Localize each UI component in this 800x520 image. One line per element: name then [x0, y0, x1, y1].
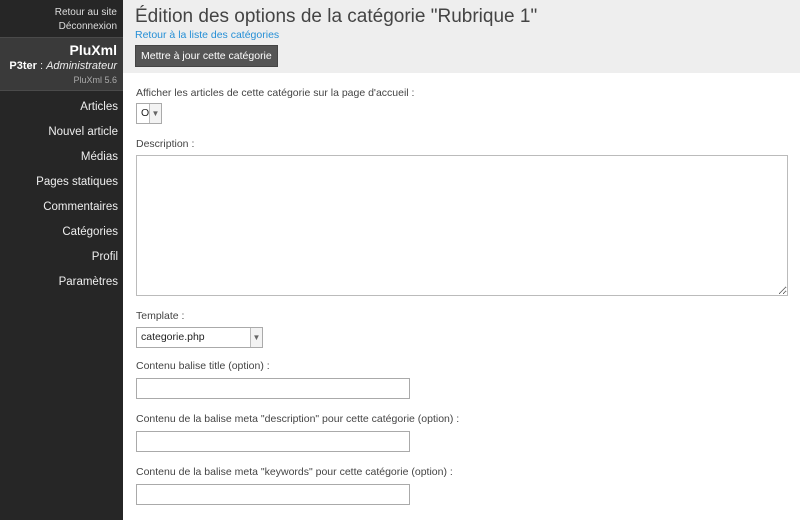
back-to-site-link[interactable]: Retour au site — [0, 6, 117, 20]
sidebar-profile: PluXml P3ter : Administrateur PluXml 5.6 — [0, 37, 123, 91]
update-category-button[interactable]: Mettre à jour cette catégorie — [135, 45, 278, 67]
homepage-label: Afficher les articles de cette catégorie… — [136, 87, 415, 99]
chevron-down-icon: ▼ — [149, 104, 161, 123]
sidebar-item-media[interactable]: Médias — [0, 145, 123, 170]
sidebar-top-links: Retour au site Déconnexion — [0, 0, 123, 37]
sidebar-item-articles[interactable]: Articles — [0, 95, 123, 120]
category-form: Afficher les articles de cette catégorie… — [136, 73, 800, 505]
title-tag-label: Contenu balise title (option) : — [136, 360, 270, 372]
back-to-categories-link[interactable]: Retour à la liste des catégories — [135, 29, 800, 42]
chevron-down-icon: ▼ — [250, 328, 262, 347]
page-header: Édition des options de la catégorie "Rub… — [123, 0, 800, 73]
user-role: Administrateur — [46, 60, 117, 72]
meta-description-input[interactable] — [136, 431, 410, 452]
meta-keywords-label: Contenu de la balise meta "keywords" pou… — [136, 466, 453, 478]
meta-keywords-input[interactable] — [136, 484, 410, 505]
user-separator: : — [36, 60, 47, 72]
template-select-value: categorie.php — [141, 331, 205, 343]
sidebar-item-static-pages[interactable]: Pages statiques — [0, 170, 123, 195]
brand-name: PluXml — [69, 42, 117, 58]
sidebar-item-new-article[interactable]: Nouvel article — [0, 120, 123, 145]
page-title: Édition des options de la catégorie "Rub… — [135, 6, 538, 27]
sidebar-item-categories[interactable]: Catégories — [0, 220, 123, 245]
sidebar-item-settings[interactable]: Paramètres — [0, 270, 123, 295]
logout-link[interactable]: Déconnexion — [0, 20, 117, 34]
template-label: Template : — [136, 310, 185, 322]
sidebar-item-profile[interactable]: Profil — [0, 245, 123, 270]
description-label: Description : — [136, 138, 195, 150]
meta-description-label: Contenu de la balise meta "description" … — [136, 413, 460, 425]
sidebar-item-comments[interactable]: Commentaires — [0, 195, 123, 220]
user-info: P3ter : Administrateur — [0, 59, 117, 73]
sidebar: Retour au site Déconnexion PluXml P3ter … — [0, 0, 123, 520]
template-select[interactable]: categorie.php ▼ — [136, 327, 263, 348]
description-textarea[interactable] — [136, 155, 788, 296]
title-tag-input[interactable] — [136, 378, 410, 399]
user-name: P3ter — [9, 60, 37, 72]
sidebar-nav: Articles Nouvel article Médias Pages sta… — [0, 91, 123, 295]
version-label: PluXml 5.6 — [73, 75, 117, 85]
homepage-select[interactable]: Oui ▼ — [136, 103, 162, 124]
